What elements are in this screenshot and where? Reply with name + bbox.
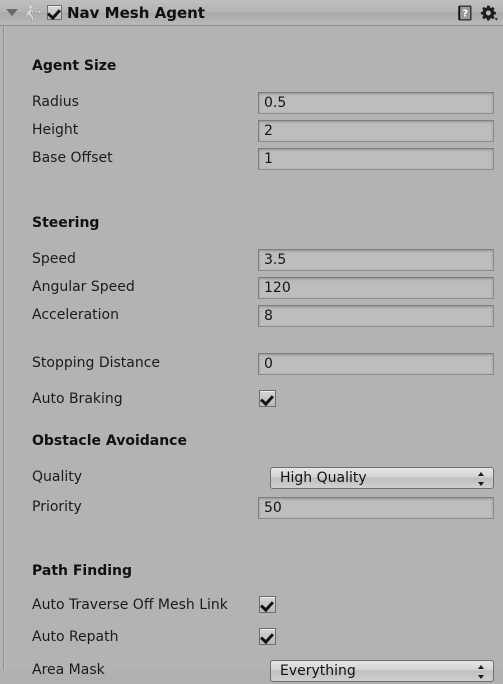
row-auto-traverse-off-mesh-link: Auto Traverse Off Mesh Link	[0, 595, 503, 619]
stopping-distance-input[interactable]: 0	[258, 353, 494, 375]
section-title-agent-size: Agent Size	[32, 58, 117, 74]
row-height: Height 2	[0, 120, 503, 144]
quality-dropdown[interactable]: High Quality	[270, 467, 494, 489]
section-title-obstacle-avoidance: Obstacle Avoidance	[32, 433, 187, 449]
radius-input[interactable]: 0.5	[258, 92, 494, 114]
header-icon-group: ?	[456, 0, 499, 26]
field-value: 0.5	[264, 95, 287, 111]
row-label: Area Mask	[32, 662, 105, 678]
dropdown-value: High Quality	[280, 470, 367, 486]
row-label: Stopping Distance	[32, 355, 161, 371]
row-label: Auto Braking	[32, 391, 123, 407]
row-label: Auto Repath	[32, 629, 119, 645]
row-area-mask: Area Mask Everything	[0, 660, 503, 684]
row-label: Speed	[32, 251, 76, 267]
help-book-icon[interactable]: ?	[456, 4, 474, 22]
area-mask-dropdown[interactable]: Everything	[270, 660, 494, 682]
field-value: 8	[264, 308, 273, 324]
row-label: Quality	[32, 469, 83, 485]
section-title-path-finding: Path Finding	[32, 563, 133, 579]
angular-speed-input[interactable]: 120	[258, 277, 494, 299]
acceleration-input[interactable]: 8	[258, 305, 494, 327]
row-label: Radius	[32, 94, 79, 110]
component-title: Nav Mesh Agent	[67, 3, 205, 22]
component-enabled-checkbox[interactable]	[47, 5, 62, 20]
row-label: Priority	[32, 499, 82, 515]
triangle-down-icon[interactable]	[4, 0, 20, 26]
row-quality: Quality High Quality	[0, 467, 503, 491]
field-value: 1	[264, 151, 273, 167]
field-value: 0	[264, 356, 273, 372]
row-priority: Priority 50	[0, 497, 503, 521]
gear-icon[interactable]	[479, 4, 499, 22]
chevron-updown-icon	[478, 472, 485, 486]
row-acceleration: Acceleration 8	[0, 305, 503, 329]
row-stopping-distance: Stopping Distance 0	[0, 353, 503, 377]
row-auto-braking: Auto Braking	[0, 389, 503, 413]
row-label: Base Offset	[32, 150, 113, 166]
field-value: 3.5	[264, 252, 287, 268]
speed-input[interactable]: 3.5	[258, 249, 494, 271]
row-base-offset: Base Offset 1	[0, 148, 503, 172]
auto-repath-checkbox[interactable]	[259, 628, 276, 645]
row-angular-speed: Angular Speed 120	[0, 277, 503, 301]
row-speed: Speed 3.5	[0, 249, 503, 273]
row-radius: Radius 0.5	[0, 92, 503, 116]
field-value: 2	[264, 123, 273, 139]
field-value: 120	[264, 280, 291, 296]
row-label: Angular Speed	[32, 279, 135, 295]
row-label: Auto Traverse Off Mesh Link	[32, 597, 228, 613]
base-offset-input[interactable]: 1	[258, 148, 494, 170]
row-label: Height	[32, 122, 79, 138]
chevron-updown-icon	[478, 665, 485, 679]
row-label: Acceleration	[32, 307, 119, 323]
section-title-steering: Steering	[32, 215, 100, 231]
auto-braking-checkbox[interactable]	[259, 390, 276, 407]
nav-mesh-agent-inspector: Nav Mesh Agent ? Agent Size Radius 0.5 H…	[0, 0, 503, 682]
dropdown-value: Everything	[280, 663, 356, 679]
row-auto-repath: Auto Repath	[0, 627, 503, 651]
auto-traverse-off-mesh-link-checkbox[interactable]	[259, 596, 276, 613]
height-input[interactable]: 2	[258, 120, 494, 142]
svg-text:?: ?	[462, 8, 468, 19]
component-header[interactable]: Nav Mesh Agent ?	[0, 0, 503, 26]
priority-input[interactable]: 50	[258, 497, 494, 519]
field-value: 50	[264, 500, 282, 516]
nav-mesh-agent-icon	[21, 3, 43, 23]
